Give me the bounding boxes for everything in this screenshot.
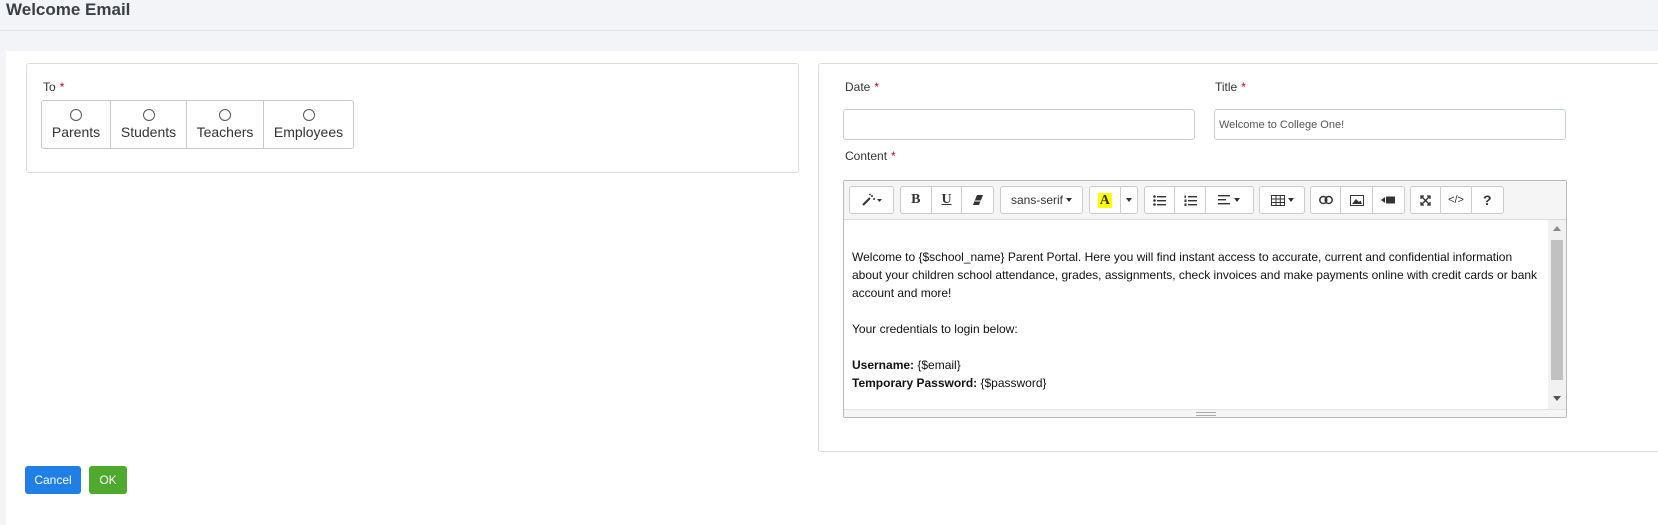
radio-parents[interactable]: Parents xyxy=(42,101,111,148)
title-label-text: Title xyxy=(1215,80,1238,94)
caret-down-icon xyxy=(1066,198,1072,202)
content-username-line: Username: {$email} xyxy=(852,356,1540,374)
help-button[interactable]: ? xyxy=(1472,187,1503,213)
radio-button[interactable] xyxy=(142,109,155,121)
page-title: Welcome Email xyxy=(6,0,131,19)
required-mark: * xyxy=(59,80,65,94)
bold-button[interactable]: B xyxy=(901,187,932,213)
date-label: Date * xyxy=(845,80,879,94)
font-family-value: sans-serif xyxy=(1010,193,1063,207)
radio-employees[interactable]: Employees xyxy=(264,101,353,148)
radio-teachers[interactable]: Teachers xyxy=(187,101,264,148)
image-icon xyxy=(1349,194,1364,206)
to-label: To * xyxy=(43,80,64,94)
radio-students[interactable]: Students xyxy=(111,101,187,148)
numbered-list-button[interactable] xyxy=(1175,187,1206,213)
message-card: Date * Title * Welcome to College One! Con… xyxy=(818,63,1658,452)
radio-button[interactable] xyxy=(219,109,231,121)
link-icon xyxy=(1318,195,1333,205)
eraser-icon xyxy=(972,194,984,206)
username-label: Username: xyxy=(852,358,915,372)
toolbar-group-insert xyxy=(1310,186,1405,214)
content-paragraph-intro: Welcome to {$school_name} Parent Portal.… xyxy=(852,250,1538,300)
password-value: {$password} xyxy=(977,376,1047,390)
numbered-list-icon xyxy=(1184,195,1197,206)
highlight-color-button[interactable]: A xyxy=(1090,187,1121,213)
caret-down-icon xyxy=(1234,198,1241,202)
radio-label: Teachers xyxy=(196,124,254,140)
highlight-a-icon: A xyxy=(1097,192,1112,208)
required-mark: * xyxy=(1241,80,1246,94)
scroll-up-arrow-icon[interactable] xyxy=(1553,226,1561,231)
toolbar-group-color: A xyxy=(1089,186,1138,214)
resize-grip-icon[interactable] xyxy=(1196,412,1216,416)
main-panel: To* Parents Students Teachers Employees xyxy=(6,51,1658,525)
caret-down-icon xyxy=(1287,198,1294,202)
caret-down-icon xyxy=(1125,198,1132,202)
insert-image-button[interactable] xyxy=(1341,187,1373,213)
font-family-dropdown[interactable]: sans-serif xyxy=(1001,187,1082,213)
fullscreen-button[interactable] xyxy=(1411,187,1442,213)
recipient-radio-group: Parents Students Teachers Employees xyxy=(41,100,354,149)
style-magic-button[interactable] xyxy=(850,187,893,213)
table-dropdown-button[interactable] xyxy=(1260,187,1304,213)
date-label-text: Date xyxy=(845,80,871,94)
table-icon xyxy=(1270,194,1285,206)
content-password-line: Temporary Password: {$password} xyxy=(852,374,1540,392)
video-icon xyxy=(1381,195,1396,205)
editor-resize-bar[interactable] xyxy=(844,409,1566,417)
radio-label: Employees xyxy=(273,124,344,140)
fullscreen-icon xyxy=(1420,194,1431,206)
clear-format-button[interactable] xyxy=(962,187,993,213)
radio-button[interactable] xyxy=(70,109,82,121)
bullet-list-icon xyxy=(1153,194,1167,206)
username-value: {$email} xyxy=(914,358,961,372)
color-dropdown-button[interactable] xyxy=(1121,187,1137,213)
radio-label: Parents xyxy=(51,124,101,140)
content-label-text: Content xyxy=(845,149,888,163)
magic-wand-icon xyxy=(861,193,883,207)
align-dropdown-button[interactable] xyxy=(1206,187,1253,213)
toolbar-group-fontname: sans-serif xyxy=(1000,186,1083,214)
code-view-button[interactable]: </> xyxy=(1441,187,1472,213)
toolbar-group-table xyxy=(1259,186,1305,214)
insert-link-button[interactable] xyxy=(1311,187,1342,213)
page-header: Welcome Email xyxy=(0,0,1658,31)
radio-label: Students xyxy=(120,124,177,140)
recipients-card: To * Parents Students Teachers Employees xyxy=(26,63,799,173)
to-label-text: To xyxy=(43,80,56,94)
bullet-list-button[interactable] xyxy=(1145,187,1176,213)
content-label: Content * xyxy=(845,149,896,163)
rich-text-editor: B U sans-serif A </> ? Welcome to {$scho… xyxy=(843,180,1567,418)
content-paragraph-credentials: Your credentials to login below: xyxy=(852,322,1018,336)
insert-video-button[interactable] xyxy=(1373,187,1404,213)
required-mark: * xyxy=(874,80,880,94)
editor-scrollbar[interactable] xyxy=(1548,220,1566,409)
underline-button[interactable]: U xyxy=(932,187,963,213)
scroll-thumb[interactable] xyxy=(1551,240,1563,380)
password-label: Temporary Password: xyxy=(852,376,978,390)
ok-button[interactable]: OK xyxy=(89,466,127,494)
align-left-icon xyxy=(1218,195,1231,205)
editor-toolbar: B U sans-serif A </> ? xyxy=(844,181,1566,220)
required-mark: * xyxy=(891,149,896,163)
toolbar-group-paragraph xyxy=(1144,186,1254,214)
cancel-button[interactable]: Cancel xyxy=(25,466,81,494)
title-input[interactable]: Welcome to College One! xyxy=(1214,109,1566,140)
toolbar-group-style xyxy=(849,186,894,214)
editor-content[interactable]: Welcome to {$school_name} Parent Portal.… xyxy=(844,220,1548,409)
title-label: Title * xyxy=(1215,80,1246,94)
scroll-down-arrow-icon[interactable] xyxy=(1553,396,1561,401)
date-input[interactable] xyxy=(843,109,1195,140)
radio-button[interactable] xyxy=(302,109,315,121)
toolbar-group-font: B U xyxy=(900,186,994,214)
toolbar-group-view: </> ? xyxy=(1410,186,1504,214)
